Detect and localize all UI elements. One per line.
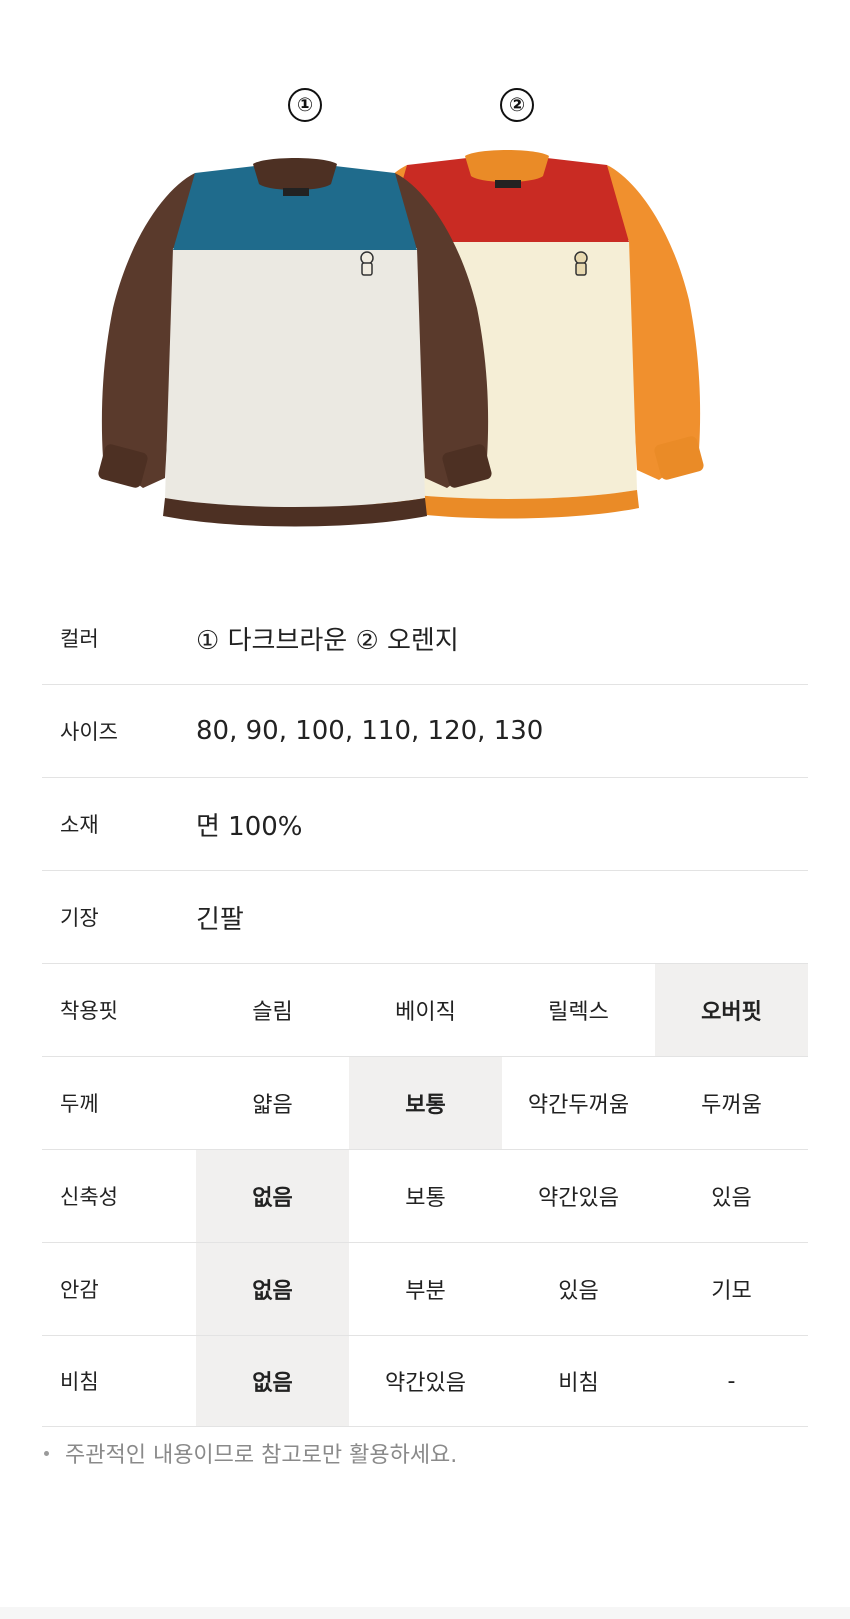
disclaimer-text: 주관적인 내용이므로 참고로만 활용하세요. (65, 1443, 458, 1468)
spec-row-material: 소재 면 100% (42, 778, 808, 871)
product-images (98, 150, 704, 527)
product-spec-table: 컬러 ① 다크브라운 ② 오렌지 사이즈 80, 90, 100, 110, 1… (42, 592, 808, 1427)
spec-row-color: 컬러 ① 다크브라운 ② 오렌지 (42, 592, 808, 685)
bullet-icon (44, 1450, 49, 1456)
spec-value-color: ① 다크브라운 ② 오렌지 (196, 625, 459, 656)
rating-option: - (727, 1368, 736, 1394)
rating-label: 두께 (60, 1092, 99, 1116)
spec-label: 컬러 (60, 627, 99, 651)
rating-option: 얇음 (252, 1093, 293, 1118)
rating-option: 약간두꺼움 (527, 1093, 630, 1118)
product-2-number-badge: ② (500, 88, 534, 122)
rating-label: 신축성 (60, 1185, 118, 1209)
rating-option: 두꺼움 (701, 1093, 762, 1118)
rating-option: 부분 (405, 1279, 446, 1304)
spec-label: 소재 (60, 813, 99, 837)
rating-option: 오버핏 (655, 964, 808, 1056)
rating-row-fit: 착용핏 슬림 베이직 릴렉스 오버핏 (42, 964, 808, 1057)
rating-row-thickness: 두께 얇음 보통 약간두꺼움 두꺼움 (42, 1057, 808, 1150)
disclaimer-note: 주관적인 내용이므로 참고로만 활용하세요. (44, 1437, 457, 1469)
footer-divider (0, 1607, 850, 1619)
rating-option: 릴렉스 (548, 1000, 609, 1025)
rating-option: 보통 (405, 1186, 446, 1211)
product-1-number-badge: ① (288, 88, 322, 122)
rating-option: 기모 (711, 1279, 752, 1304)
rating-option: 없음 (196, 1150, 349, 1242)
rating-option: 슬림 (252, 1000, 293, 1025)
spec-label: 기장 (60, 906, 99, 930)
rating-row-stretch: 신축성 없음 보통 약간있음 있음 (42, 1150, 808, 1243)
rating-option: 있음 (711, 1186, 752, 1211)
spec-value-material: 면 100% (196, 811, 303, 842)
rating-option: 비침 (558, 1371, 599, 1396)
rating-option: 보통 (349, 1057, 502, 1149)
brown-color-block-sweatshirt-image (98, 158, 492, 527)
rating-row-sheer: 비침 없음 약간있음 비침 - (42, 1336, 808, 1427)
spec-value-size: 80, 90, 100, 110, 120, 130 (196, 716, 544, 746)
rating-option: 약간있음 (538, 1186, 619, 1211)
rating-option: 없음 (196, 1243, 349, 1335)
spec-label: 사이즈 (60, 720, 118, 744)
rating-row-lining: 안감 없음 부분 있음 기모 (42, 1243, 808, 1336)
rating-label: 안감 (60, 1278, 99, 1302)
spec-value-length: 긴팔 (196, 904, 244, 935)
rating-label: 착용핏 (60, 999, 118, 1023)
spec-row-size: 사이즈 80, 90, 100, 110, 120, 130 (42, 685, 808, 778)
rating-label: 비침 (60, 1370, 99, 1394)
spec-row-length: 기장 긴팔 (42, 871, 808, 964)
rating-option: 없음 (196, 1336, 349, 1426)
rating-option: 약간있음 (385, 1371, 466, 1396)
rating-option: 있음 (558, 1279, 599, 1304)
rating-option: 베이직 (395, 1000, 456, 1025)
